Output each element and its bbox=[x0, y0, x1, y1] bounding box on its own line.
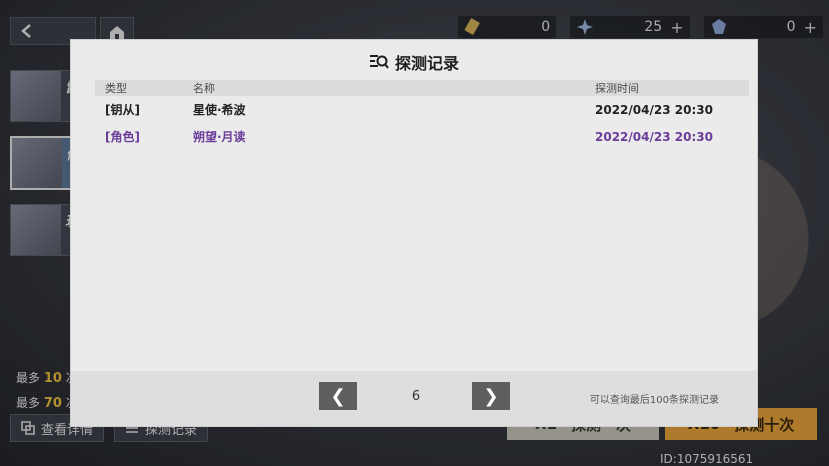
search-list-icon bbox=[369, 55, 389, 69]
table-row: [角色] 朔望·月读 2022/04/23 20:30 bbox=[95, 127, 749, 147]
row-type: [角色] bbox=[105, 130, 140, 144]
column-type: 类型 bbox=[105, 82, 127, 95]
row-name: 朔望·月读 bbox=[193, 130, 246, 144]
row-name: 星使·希波 bbox=[193, 103, 246, 117]
prev-page-button[interactable]: ❮ bbox=[319, 382, 357, 410]
row-type: [钥从] bbox=[105, 103, 140, 117]
modal-title: 探测记录 bbox=[71, 50, 757, 74]
column-time: 探测时间 bbox=[595, 82, 639, 95]
next-page-button[interactable]: ❯ bbox=[472, 382, 510, 410]
history-modal: 探测记录 类型 名称 探测时间 [钥从] 星使·希波 2022/04/23 20… bbox=[71, 40, 757, 426]
row-time: 2022/04/23 20:30 bbox=[595, 130, 713, 144]
table-header: 类型 名称 探测时间 bbox=[95, 80, 749, 96]
column-name: 名称 bbox=[193, 82, 215, 95]
modal-title-text: 探测记录 bbox=[394, 54, 459, 73]
modal-footer: ❮ 6 ❯ 可以查询最后100条探测记录 bbox=[71, 371, 757, 426]
page-number: 6 bbox=[411, 389, 421, 404]
row-time: 2022/04/23 20:30 bbox=[595, 103, 713, 117]
chevron-right-icon: ❯ bbox=[483, 385, 499, 407]
history-hint: 可以查询最后100条探测记录 bbox=[589, 395, 719, 406]
table-row: [钥从] 星使·希波 2022/04/23 20:30 bbox=[95, 100, 749, 120]
chevron-left-icon: ❮ bbox=[330, 385, 346, 407]
